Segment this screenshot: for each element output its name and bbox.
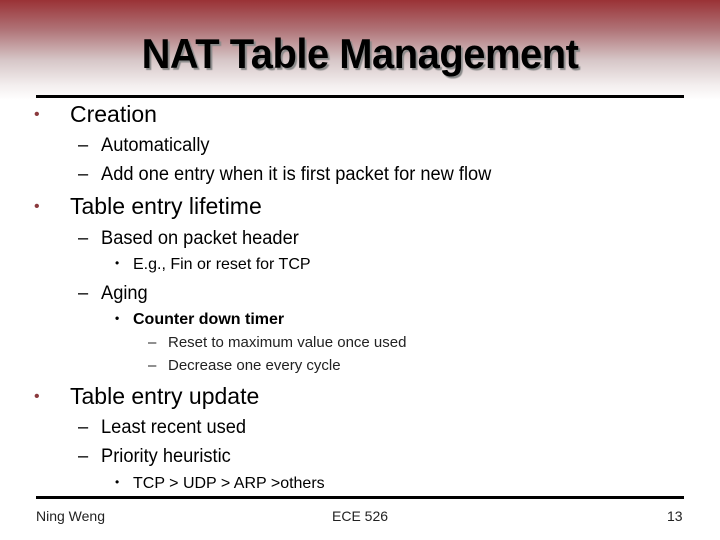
bullet-text: Table entry update: [70, 383, 260, 409]
bullet-text: Table entry lifetime: [70, 193, 262, 219]
bullet-level4: – Reset to maximum value once used: [148, 334, 406, 351]
bullet-text: Add one entry when it is first packet fo…: [101, 164, 492, 185]
bullet-level2: – Priority heuristic: [78, 446, 231, 468]
bullet-text: Priority heuristic: [101, 446, 231, 467]
footer-course: ECE 526: [332, 508, 389, 524]
bullet-text: Counter down timer: [133, 311, 285, 328]
bullet-text: Decrease one every cycle: [168, 357, 341, 374]
dash-marker: –: [78, 283, 89, 304]
bullet-text: Creation: [70, 101, 157, 127]
footer-divider: [36, 496, 684, 499]
dot-marker: •: [115, 256, 120, 270]
footer-author: Ning Weng: [36, 508, 106, 524]
bullet-text: Reset to maximum value once used: [168, 334, 407, 351]
bullet-text: Least recent used: [101, 417, 247, 438]
bullet-text: Based on packet header: [101, 228, 299, 249]
bullet-level3: • TCP > UDP > ARP >others: [115, 475, 325, 493]
bullet-level2: – Based on packet header: [78, 228, 299, 250]
bullet-marker: •: [34, 198, 40, 215]
slide-title: NAT Table Management: [141, 30, 579, 77]
bullet-level2: – Add one entry when it is first packet f…: [78, 164, 491, 186]
bullet-text: E.g., Fin or reset for TCP: [133, 256, 311, 273]
bullet-marker: •: [34, 388, 40, 405]
dash-marker: –: [78, 228, 89, 249]
bullet-level2: – Aging: [78, 283, 148, 305]
footer-page-number: 13: [667, 508, 683, 524]
dot-marker: •: [115, 311, 120, 325]
dash-marker: –: [78, 164, 89, 185]
bullet-level2: – Least recent used: [78, 417, 246, 439]
bullet-text: Aging: [101, 283, 148, 304]
dash-marker: –: [78, 446, 89, 467]
title-divider: [36, 95, 684, 98]
dash-marker: –: [148, 334, 157, 351]
bullet-level2: – Automatically: [78, 135, 210, 157]
dash-marker: –: [78, 135, 89, 156]
bullet-level1: • Table entry update: [34, 383, 259, 410]
bullet-text: TCP > UDP > ARP >others: [133, 475, 325, 492]
bullet-level1: • Creation: [34, 101, 157, 128]
bullet-level3: • E.g., Fin or reset for TCP: [115, 256, 311, 274]
dot-marker: •: [115, 475, 120, 489]
dash-marker: –: [148, 357, 157, 374]
bullet-marker: •: [34, 106, 40, 123]
bullet-text: Automatically: [101, 135, 210, 156]
bullet-level1: • Table entry lifetime: [34, 193, 262, 220]
dash-marker: –: [78, 417, 89, 438]
bullet-level4: – Decrease one every cycle: [148, 357, 341, 374]
bullet-level3: • Counter down timer: [115, 311, 284, 329]
